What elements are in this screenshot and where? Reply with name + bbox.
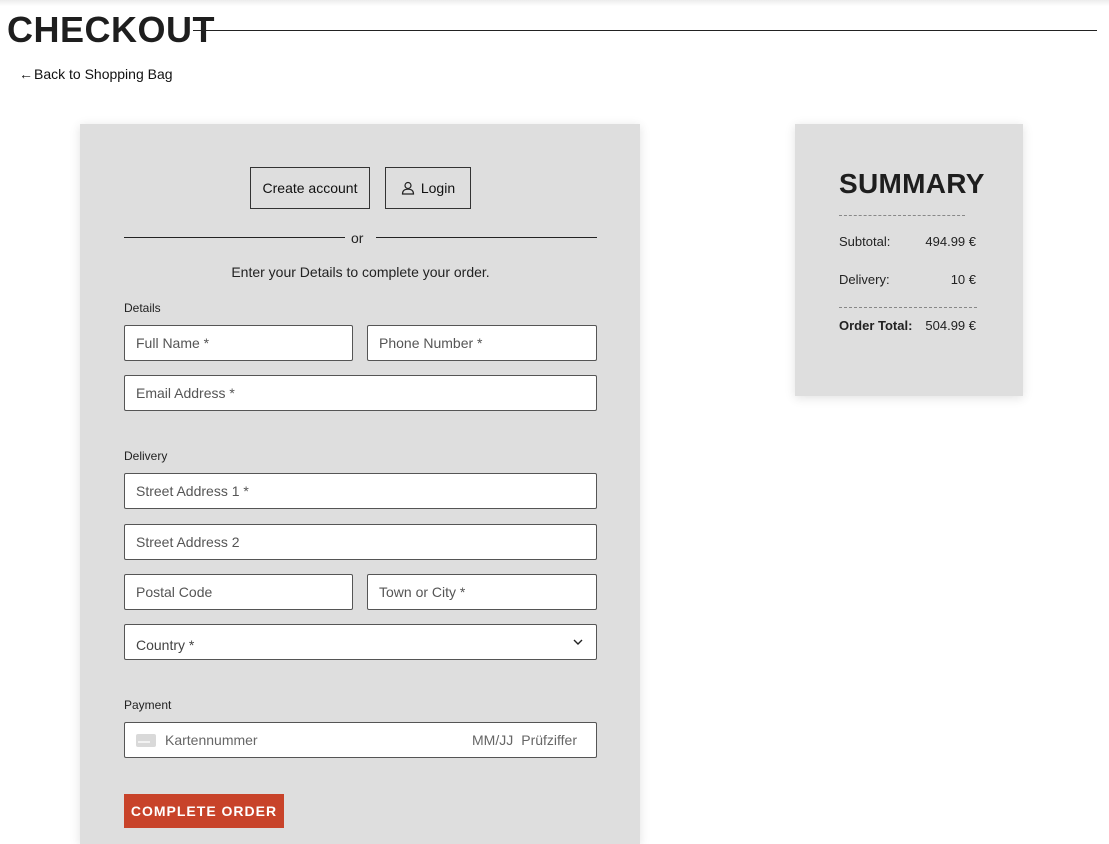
card-input[interactable]: Kartennummer MM/JJ Prüfziffer — [124, 722, 597, 758]
full-name-input[interactable] — [124, 325, 353, 361]
or-divider: or — [124, 228, 597, 248]
country-select-value: Country * — [136, 637, 195, 653]
order-total-label: Order Total: — [839, 318, 913, 333]
order-total-value: 504.99 € — [925, 318, 976, 333]
country-select[interactable]: Country * — [124, 624, 597, 660]
title-divider — [193, 30, 1097, 31]
top-shadow — [0, 0, 1109, 6]
login-label: Login — [420, 180, 456, 196]
form-intro: Enter your Details to complete your orde… — [231, 264, 490, 280]
back-link-label: Back to Shopping Bag — [34, 66, 173, 82]
subtotal-label: Subtotal: — [839, 234, 891, 249]
payment-label: Payment — [124, 698, 172, 712]
details-label: Details — [124, 301, 161, 315]
card-number-placeholder: Kartennummer — [165, 732, 258, 748]
street-address-1-input[interactable] — [124, 473, 597, 509]
or-text: or — [351, 230, 364, 246]
town-city-input[interactable] — [367, 574, 597, 610]
order-summary-card: SUMMARY Subtotal: 494.99 € Delivery: 10 … — [795, 124, 1023, 396]
back-arrow-icon: ← — [19, 66, 33, 82]
page-title: CHECKOUT — [7, 9, 215, 50]
delivery-cost-value: 10 € — [950, 272, 976, 287]
back-to-bag-link[interactable]: ← Back to Shopping Bag — [19, 66, 173, 82]
chevron-down-icon — [573, 639, 583, 645]
checkout-form-card: Create account Login or Enter your Detai… — [80, 124, 640, 844]
phone-input[interactable] — [367, 325, 597, 361]
subtotal-value: 494.99 € — [925, 234, 976, 249]
login-button[interactable]: Login — [385, 167, 471, 209]
delivery-cost-label: Delivery: — [839, 272, 890, 287]
summary-title: SUMMARY — [839, 168, 985, 199]
postal-code-input[interactable] — [124, 574, 353, 610]
credit-card-icon — [136, 733, 156, 747]
email-input[interactable] — [124, 375, 597, 411]
card-expiry-placeholder: MM/JJ — [472, 732, 514, 748]
delivery-label: Delivery — [124, 449, 168, 463]
card-cvc-placeholder: Prüfziffer — [521, 732, 577, 748]
divider-line-left — [124, 237, 345, 238]
complete-order-button[interactable]: COMPLETE ORDER — [124, 794, 284, 828]
summary-divider-top — [839, 215, 965, 216]
create-account-button[interactable]: Create account — [250, 167, 370, 209]
street-address-2-input[interactable] — [124, 524, 597, 560]
summary-divider-bottom — [839, 307, 977, 308]
divider-line-right — [376, 237, 597, 238]
user-icon — [401, 181, 414, 195]
